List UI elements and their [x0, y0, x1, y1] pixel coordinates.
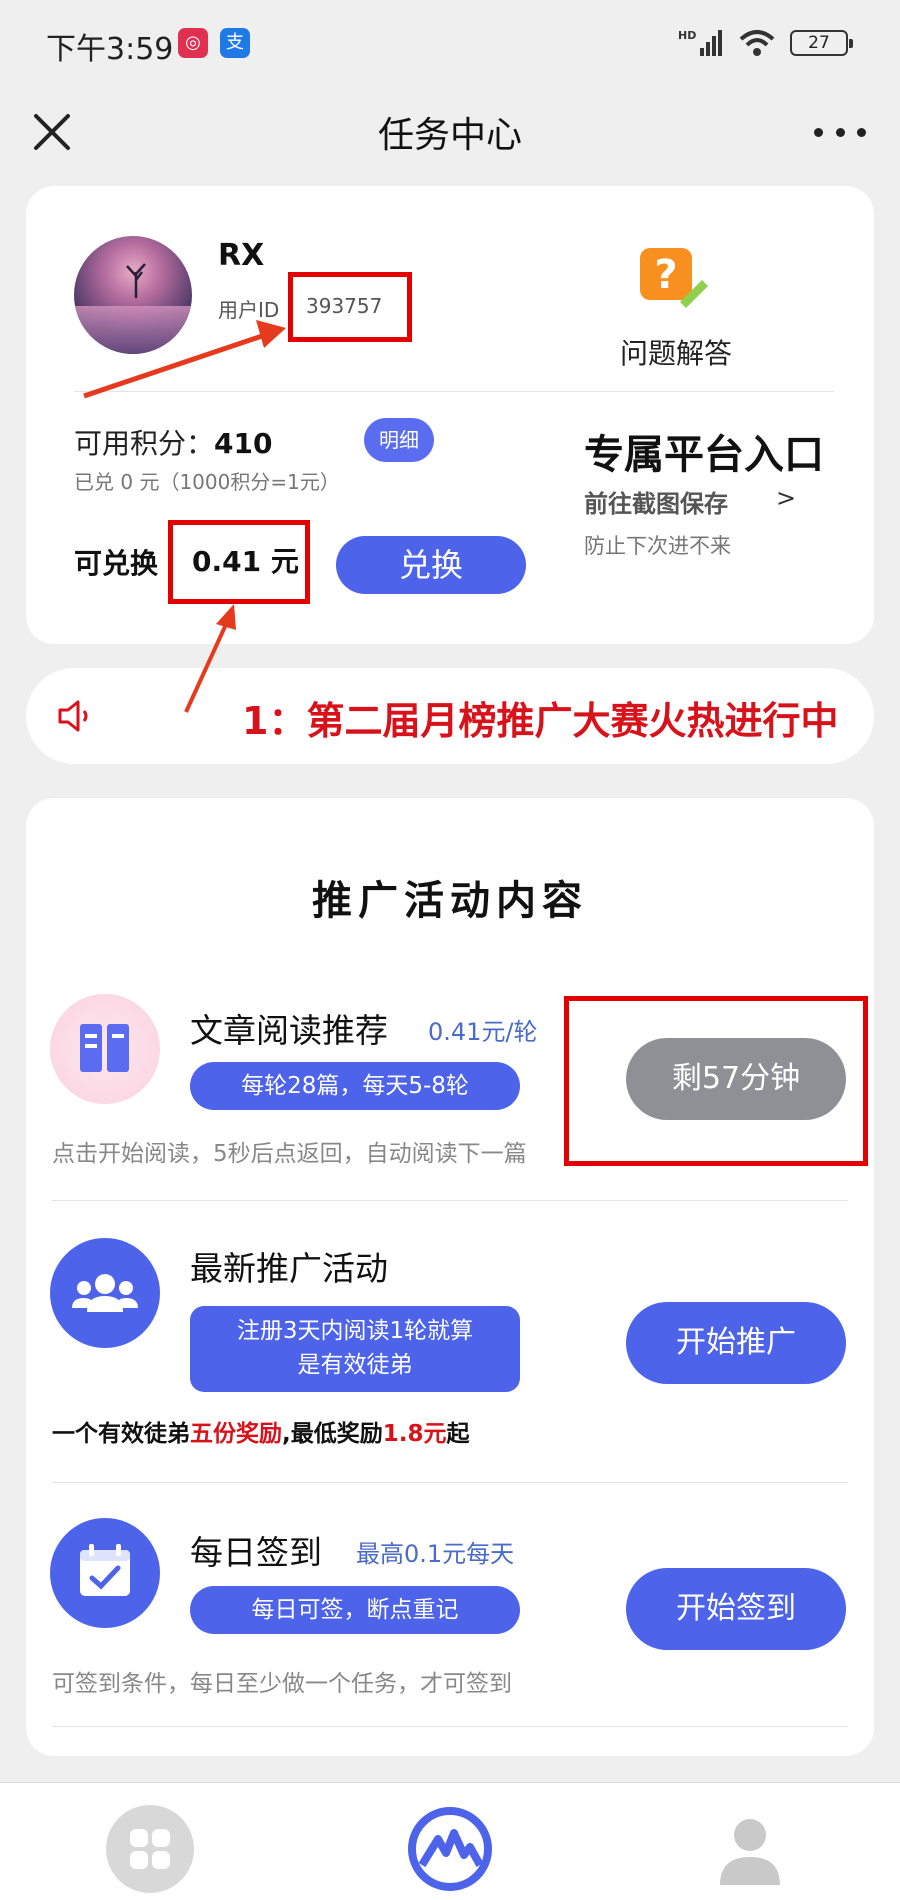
activities-card: 推广活动内容 文章阅读推荐 0.41元/轮 每轮28篇，每天5-8轮 点击开始阅… — [26, 798, 874, 1756]
user-name: RX — [218, 238, 265, 273]
more-menu-icon[interactable] — [814, 114, 866, 150]
exchanged-note: 已兑 0 元（1000积分=1元） — [74, 470, 340, 494]
battery-indicator: 27 — [790, 30, 853, 56]
netease-app-icon: ◎ — [178, 28, 208, 58]
points-value: 410 — [214, 427, 273, 460]
page-title: 任务中心 — [377, 115, 522, 156]
activity-divider — [52, 1482, 848, 1483]
title-bar: 任务中心 — [0, 88, 900, 188]
annotation-box-user-id — [288, 272, 412, 342]
activity-read-name: 文章阅读推荐 — [190, 1011, 388, 1050]
activity-read-desc: 点击开始阅读，5秒后点返回，自动阅读下一篇 — [52, 1141, 527, 1167]
activity-divider — [52, 1726, 848, 1727]
reward-text-2: 五份奖励 — [190, 1421, 282, 1447]
platform-entry-title[interactable]: 专属平台入口 — [584, 422, 824, 480]
points-row: 可用积分：410 — [74, 422, 272, 462]
user-id-label: 用户ID — [218, 298, 280, 322]
activity-checkin-rate: 最高0.1元每天 — [356, 1540, 515, 1568]
activity-read-tag: 每轮28篇，每天5-8轮 — [190, 1062, 520, 1110]
platform-entry-subtitle[interactable]: 前往截图保存 — [584, 484, 728, 519]
activity-checkin-tag: 每日可签，断点重记 — [190, 1586, 520, 1634]
bottom-nav — [0, 1782, 900, 1900]
activities-title: 推广活动内容 — [312, 878, 588, 924]
activity-divider — [52, 1200, 848, 1201]
exchangeable-label: 可兑换 — [74, 547, 159, 580]
announcement-bar[interactable]: 1：第二届月榜推广大赛火热进行中 — [26, 668, 874, 764]
reward-text-1: 一个有效徒弟 — [52, 1421, 190, 1447]
detail-button[interactable]: 明细 — [364, 418, 434, 462]
status-bar: 下午3:59 ◎ 支 HD 27 — [0, 0, 900, 88]
activity-promote-name: 最新推广活动 — [190, 1249, 388, 1288]
svg-text:?: ? — [654, 252, 677, 298]
activity-checkin-name: 每日签到 — [190, 1533, 322, 1572]
annotation-box-countdown — [564, 996, 868, 1166]
help-icon[interactable]: ? — [638, 242, 708, 312]
announcement-text: 1：第二届月榜推广大赛火热进行中 — [242, 699, 839, 743]
group-icon — [50, 1238, 160, 1348]
start-promote-button[interactable]: 开始推广 — [626, 1302, 846, 1384]
network-type-label: HD — [678, 29, 696, 42]
activity-promote-tag: 注册3天内阅读1轮就算 是有效徒弟 — [190, 1306, 520, 1392]
activity-promote-tag-line1: 注册3天内阅读1轮就算 — [236, 1318, 474, 1344]
speaker-icon — [58, 700, 88, 732]
activity-promote-tag-line2: 是有效徒弟 — [297, 1352, 413, 1378]
chevron-right-icon[interactable]: > — [776, 484, 796, 512]
reward-text-5: 起 — [446, 1421, 470, 1447]
start-checkin-button[interactable]: 开始签到 — [626, 1568, 846, 1650]
reward-text-4: 1.8元 — [382, 1421, 447, 1447]
points-label: 可用积分： — [74, 427, 215, 460]
annotation-box-exchangeable — [168, 520, 310, 604]
apps-grid-icon[interactable] — [106, 1805, 194, 1893]
avatar[interactable] — [74, 236, 192, 354]
exchange-button[interactable]: 兑换 — [336, 536, 526, 594]
user-card: RX 用户ID 393757 ? 问题解答 可用积分：410 明细 已兑 0 元… — [26, 186, 874, 644]
help-label[interactable]: 问题解答 — [586, 332, 766, 372]
status-time: 下午3:59 — [46, 32, 174, 67]
mountain-logo-icon[interactable] — [406, 1805, 494, 1893]
activity-checkin-desc: 可签到条件，每日至少做一个任务，才可签到 — [52, 1671, 512, 1697]
platform-entry-note: 防止下次进不来 — [584, 534, 731, 558]
calendar-icon — [50, 1518, 160, 1628]
user-card-divider — [74, 391, 834, 392]
promote-reward-line: 一个有效徒弟五份奖励,最低奖励1.8元起 — [52, 1414, 470, 1448]
wifi-icon — [739, 30, 775, 56]
book-icon — [50, 994, 160, 1104]
activity-read-rate: 0.41元/轮 — [428, 1018, 538, 1046]
reward-text-3: ,最低奖励 — [282, 1421, 383, 1447]
profile-icon[interactable] — [706, 1805, 794, 1893]
signal-icon: HD — [678, 29, 722, 56]
alipay-app-icon: 支 — [220, 28, 250, 58]
